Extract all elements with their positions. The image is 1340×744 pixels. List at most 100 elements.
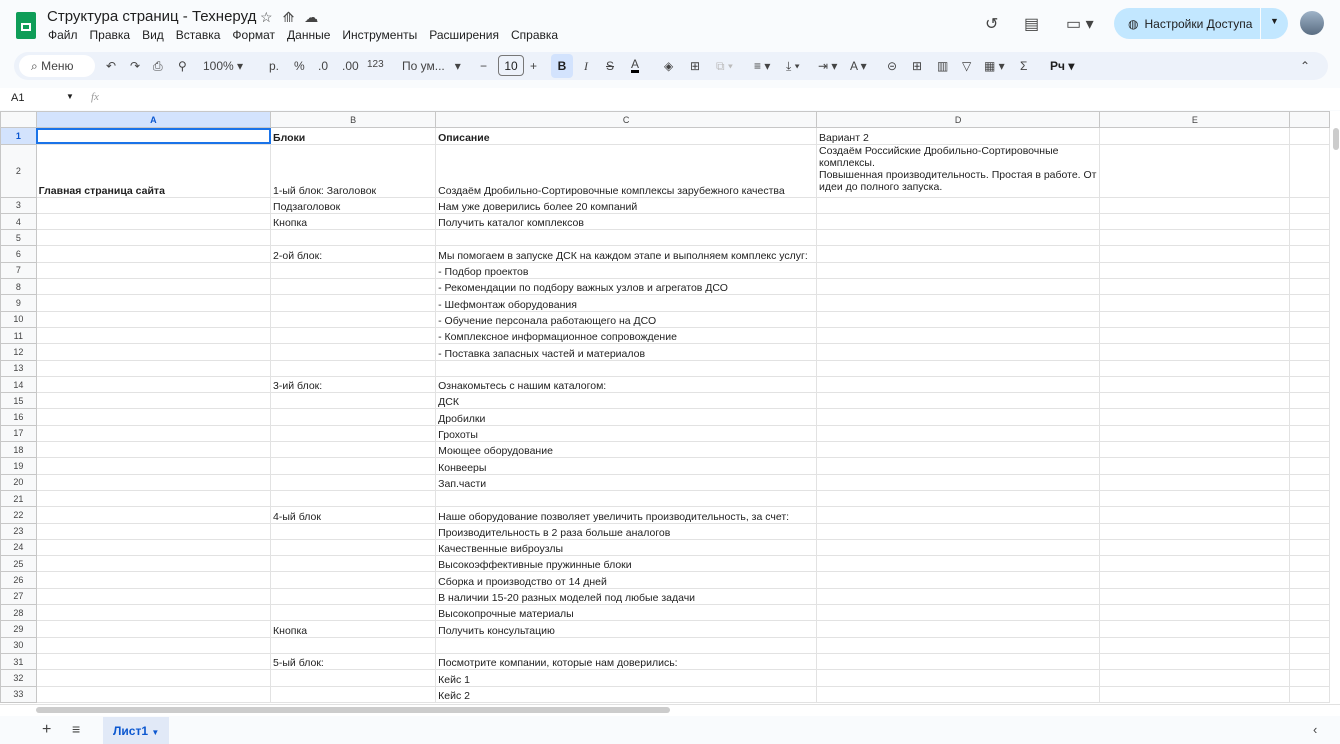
cell[interactable]: - Обучение персонала работающего на ДСО: [435, 310, 818, 328]
cell[interactable]: Высокопрочные материалы: [435, 604, 818, 622]
cell[interactable]: [816, 636, 1101, 654]
all-sheets-icon[interactable]: ≡: [72, 721, 80, 737]
cell[interactable]: Ознакомьтесь с нашим каталогом:: [435, 375, 818, 394]
row-header[interactable]: 9: [0, 294, 37, 312]
currency-button[interactable]: р.: [269, 59, 279, 73]
strikethrough-icon[interactable]: S: [606, 59, 614, 73]
zoom-select[interactable]: 100% ▾: [203, 59, 243, 73]
more-formats-button[interactable]: 123: [367, 59, 384, 70]
cell[interactable]: [435, 636, 818, 654]
cell[interactable]: [1289, 652, 1330, 671]
cell[interactable]: [1099, 294, 1291, 312]
row-header[interactable]: 8: [0, 278, 37, 296]
cell[interactable]: [1099, 196, 1291, 214]
cell[interactable]: [1099, 408, 1291, 426]
cell[interactable]: [1099, 604, 1291, 622]
cell[interactable]: [1099, 127, 1291, 145]
row-header[interactable]: 32: [0, 669, 37, 687]
cell[interactable]: Кнопка: [270, 620, 437, 638]
cell[interactable]: [270, 441, 437, 459]
cell[interactable]: Зап.части: [435, 473, 818, 491]
cell[interactable]: [1099, 538, 1291, 557]
row-header[interactable]: 2: [0, 143, 37, 198]
font-size-decrease[interactable]: −: [480, 59, 487, 73]
cell[interactable]: [816, 587, 1101, 606]
cell[interactable]: [1289, 604, 1330, 622]
cell[interactable]: [1099, 620, 1291, 638]
add-sheet-icon[interactable]: +: [42, 721, 51, 739]
row-header[interactable]: 23: [0, 522, 37, 540]
cell[interactable]: - Шефмонтаж оборудования: [435, 294, 818, 312]
cell[interactable]: [1099, 669, 1291, 687]
cell[interactable]: Сборка и производство от 14 дней: [435, 571, 818, 589]
cell[interactable]: [270, 229, 437, 247]
borders-icon[interactable]: ⊞: [690, 59, 700, 73]
menu-search[interactable]: ⌕ Меню: [19, 55, 95, 77]
cell[interactable]: [35, 506, 272, 524]
row-header[interactable]: 27: [0, 587, 37, 606]
cell[interactable]: [35, 522, 272, 540]
cell[interactable]: Вариант 2: [816, 127, 1101, 145]
cell[interactable]: [816, 408, 1101, 426]
cell[interactable]: [1099, 457, 1291, 475]
cell[interactable]: [816, 473, 1101, 491]
cell[interactable]: [1099, 359, 1291, 377]
cell[interactable]: Качественные виброузлы: [435, 538, 818, 557]
document-title[interactable]: Структура страниц - Технеруд: [47, 8, 256, 25]
cell[interactable]: [35, 489, 272, 508]
cell[interactable]: [35, 278, 272, 296]
share-dropdown-icon[interactable]: ▼: [1270, 16, 1279, 26]
bold-button[interactable]: B: [551, 54, 573, 78]
cell[interactable]: Получить каталог комплексов: [435, 212, 818, 231]
font-size-input[interactable]: 10: [498, 55, 524, 76]
cell[interactable]: [1099, 424, 1291, 443]
cell[interactable]: [1099, 261, 1291, 280]
vertical-scroll-thumb[interactable]: [1333, 128, 1339, 150]
cell[interactable]: [1099, 636, 1291, 654]
cell[interactable]: Кейс 1: [435, 669, 818, 687]
cell[interactable]: [1289, 538, 1330, 557]
cell[interactable]: [1099, 143, 1291, 198]
menu-item[interactable]: Вставка: [176, 28, 221, 42]
cell[interactable]: [1289, 489, 1330, 508]
cell[interactable]: [1289, 587, 1330, 606]
cell[interactable]: [35, 343, 272, 361]
cell[interactable]: [1289, 473, 1330, 491]
cell[interactable]: Конвееры: [435, 457, 818, 475]
cell[interactable]: [35, 538, 272, 557]
cell[interactable]: [816, 245, 1101, 263]
cell[interactable]: [35, 555, 272, 573]
cell[interactable]: Кейс 2: [435, 685, 818, 703]
cell[interactable]: [1289, 669, 1330, 687]
cell[interactable]: [270, 571, 437, 589]
cell[interactable]: Кнопка: [270, 212, 437, 231]
cell[interactable]: [1099, 375, 1291, 394]
cell[interactable]: [1289, 457, 1330, 475]
cell[interactable]: [435, 229, 818, 247]
cell[interactable]: [816, 506, 1101, 524]
cell[interactable]: [270, 538, 437, 557]
cell[interactable]: [35, 408, 272, 426]
cell[interactable]: [1289, 620, 1330, 638]
cell[interactable]: [1289, 143, 1330, 198]
cell[interactable]: Нам уже доверились более 20 компаний: [435, 196, 818, 214]
cell[interactable]: [816, 278, 1101, 296]
cell[interactable]: [816, 620, 1101, 638]
cell[interactable]: [1289, 375, 1330, 394]
cell[interactable]: [1289, 326, 1330, 345]
cell[interactable]: [35, 620, 272, 638]
italic-button[interactable]: I: [584, 59, 588, 74]
cell[interactable]: - Комплексное информационное сопровожден…: [435, 326, 818, 345]
cell[interactable]: Моющее оборудование: [435, 441, 818, 459]
cell[interactable]: [35, 127, 272, 145]
cell[interactable]: В наличии 15-20 разных моделей под любые…: [435, 587, 818, 606]
sheet-tab-list1[interactable]: Лист1 ▼: [103, 717, 169, 744]
cell[interactable]: [270, 294, 437, 312]
cell[interactable]: [1289, 229, 1330, 247]
cell[interactable]: [1099, 278, 1291, 296]
cell[interactable]: [1289, 522, 1330, 540]
row-header[interactable]: 19: [0, 457, 37, 475]
text-wrap-icon[interactable]: ⇥ ▾: [818, 59, 837, 73]
cell[interactable]: Создаём Российские Дробильно-Сортировочн…: [816, 143, 1101, 198]
vertical-align-icon[interactable]: ⤓ ▾: [786, 59, 800, 74]
